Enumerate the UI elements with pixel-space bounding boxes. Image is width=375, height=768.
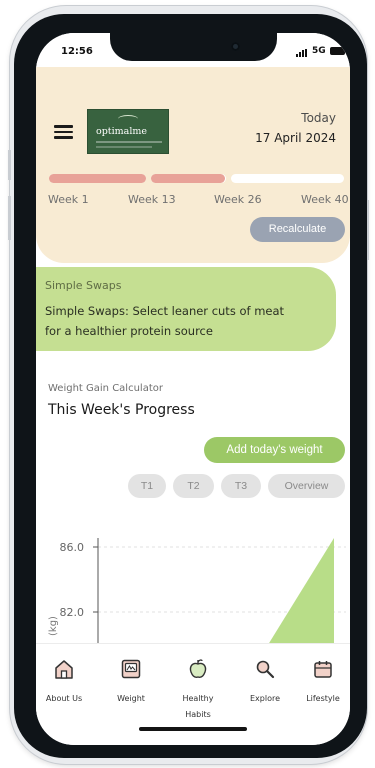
chart-y-axis-label: (kg) <box>48 616 59 636</box>
search-icon <box>256 660 275 679</box>
swaps-text: Simple Swaps: Select leaner cuts of meat… <box>45 304 285 338</box>
app-screen: 12:56 5G optimalme Today 17 April 2024 W… <box>36 33 350 745</box>
battery-icon <box>330 47 345 55</box>
calendar-icon <box>314 661 332 678</box>
scale-icon <box>121 659 141 679</box>
phone-side-button <box>8 150 11 180</box>
header-card: optimalme Today 17 April 2024 Week 1 Wee… <box>36 67 350 263</box>
home-indicator <box>139 727 247 731</box>
nav-item-explore[interactable]: Explore <box>234 658 296 707</box>
week-label: Week 1 <box>48 193 89 206</box>
week-label: Week 13 <box>128 193 176 206</box>
calculator-kicker: Weight Gain Calculator <box>48 383 163 394</box>
add-weight-button[interactable]: Add today's weight <box>204 437 345 463</box>
nav-item-about-us[interactable]: About Us <box>36 658 95 707</box>
logo-swirl-icon <box>118 115 138 123</box>
recalculate-button[interactable]: Recalculate <box>250 217 345 242</box>
nav-item-weight[interactable]: Weight <box>100 658 162 707</box>
nav-item-lifestyle[interactable]: Lifestyle <box>292 658 350 707</box>
phone-side-button <box>8 196 11 240</box>
swaps-kicker: Simple Swaps <box>45 279 122 292</box>
apple-icon <box>189 659 207 678</box>
calculator-title: This Week's Progress <box>48 402 195 418</box>
chart-area <box>266 538 334 648</box>
tab-t2[interactable]: T2 <box>173 474 214 498</box>
status-time: 12:56 <box>61 46 93 57</box>
nav-item-healthy-habits[interactable]: Healthy Habits <box>167 658 229 723</box>
week-label: Week 26 <box>214 193 262 206</box>
progress-fill-segment <box>151 174 225 183</box>
simple-swaps-card[interactable]: Simple Swaps Simple Swaps: Select leaner… <box>36 267 336 351</box>
tab-t1[interactable]: T1 <box>128 474 166 498</box>
tab-t3[interactable]: T3 <box>221 474 261 498</box>
network-label: 5G <box>312 46 326 56</box>
home-icon <box>55 660 73 679</box>
phone-notch <box>110 33 277 61</box>
tab-overview[interactable]: Overview <box>268 474 345 498</box>
signal-icon <box>296 49 308 57</box>
menu-icon[interactable] <box>54 125 73 139</box>
progress-track-segment <box>231 174 344 183</box>
nav-label: Healthy Habits <box>182 694 214 719</box>
chart-y-tick-label: 86.0 <box>60 541 85 554</box>
week-label: Week 40 <box>301 193 349 206</box>
progress-fill-segment <box>49 174 146 183</box>
date-value: 17 April 2024 <box>255 131 336 145</box>
nav-label: Explore <box>249 694 281 703</box>
logo-text: optimalme <box>96 126 147 137</box>
nav-label: Weight <box>117 694 145 703</box>
weight-chart: 86.0 82.0 (kg) <box>48 538 346 648</box>
camera-icon <box>231 42 240 51</box>
brand-logo: optimalme <box>87 109 169 154</box>
chart-y-tick-label: 82.0 <box>60 606 85 619</box>
nav-label: Lifestyle <box>306 694 340 703</box>
date-label: Today <box>301 111 336 125</box>
nav-label: About Us <box>45 694 83 703</box>
